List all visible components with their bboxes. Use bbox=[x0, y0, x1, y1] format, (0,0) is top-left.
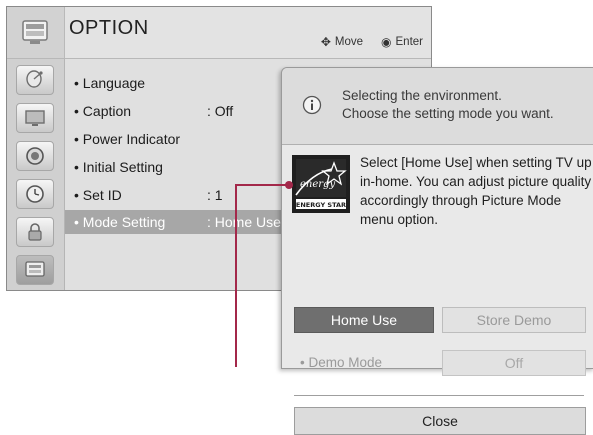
menu-item-label: • Initial Setting bbox=[74, 159, 163, 175]
enter-dot-icon: ◉ bbox=[381, 35, 392, 49]
mode-setting-popup: Selecting the environment. Choose the se… bbox=[281, 67, 593, 435]
menu-item-label: • Mode Setting bbox=[74, 214, 166, 230]
home-use-button[interactable]: Home Use bbox=[294, 307, 434, 333]
enter-hint-label: Enter bbox=[395, 36, 424, 48]
info-text: Selecting the environment. Choose the se… bbox=[342, 87, 554, 123]
sidebar-item-audio[interactable] bbox=[16, 141, 54, 171]
popup-body: energy ENERGY STAR Select [Home Use] whe… bbox=[282, 145, 593, 435]
menu-header: OPTION ✥ Move ◉ Enter bbox=[7, 7, 431, 59]
menu-item-value: : Home Use bbox=[207, 214, 281, 230]
menu-item-label: • Power Indicator bbox=[74, 131, 181, 147]
popup-info-banner: Selecting the environment. Choose the se… bbox=[282, 68, 593, 145]
sidebar-item-lock[interactable] bbox=[16, 217, 54, 247]
menu-item-label: • Language bbox=[74, 75, 146, 91]
lock-icon bbox=[28, 223, 42, 241]
navigation-hint: ✥ Move ◉ Enter bbox=[321, 35, 423, 49]
energy-star-label: ENERGY STAR bbox=[296, 201, 346, 209]
store-demo-button[interactable]: Store Demo bbox=[442, 307, 586, 333]
callout-line-horizontal bbox=[235, 184, 289, 186]
demo-mode-value-button[interactable]: Off bbox=[442, 350, 586, 376]
satellite-dish-icon bbox=[26, 70, 43, 88]
sidebar-item-channel[interactable] bbox=[16, 65, 54, 95]
option-tv-icon bbox=[22, 20, 48, 44]
mode-description: Select [Home Use] when setting TV up in-… bbox=[360, 155, 592, 227]
menu-item-label: • Set ID bbox=[74, 187, 122, 203]
info-line-1: Selecting the environment. bbox=[342, 88, 502, 103]
sidebar-item-option[interactable] bbox=[16, 255, 54, 285]
option-tv-icon bbox=[25, 261, 45, 277]
speaker-icon bbox=[26, 147, 44, 165]
picture-screen-icon bbox=[25, 110, 45, 126]
category-sidebar bbox=[7, 59, 65, 290]
info-icon bbox=[302, 95, 322, 115]
demo-mode-label: • Demo Mode bbox=[300, 355, 383, 370]
close-button[interactable]: Close bbox=[294, 407, 586, 435]
sidebar-item-time[interactable] bbox=[16, 179, 54, 209]
sidebar-item-picture[interactable] bbox=[16, 103, 54, 133]
energy-star-script: energy bbox=[300, 179, 335, 190]
menu-item-value: : 1 bbox=[207, 187, 223, 203]
page-title: OPTION bbox=[69, 17, 149, 39]
move-hint-label: Move bbox=[334, 36, 364, 48]
callout-dot bbox=[285, 181, 293, 189]
callout-line-vertical bbox=[235, 184, 237, 367]
four-way-arrow-icon: ✥ bbox=[320, 35, 331, 49]
clock-icon bbox=[26, 185, 44, 203]
header-icon-box bbox=[7, 7, 65, 58]
popup-divider bbox=[294, 395, 584, 396]
menu-item-label: • Caption bbox=[74, 103, 132, 119]
info-line-2: Choose the setting mode you want. bbox=[342, 106, 554, 121]
menu-item-value: : Off bbox=[207, 103, 234, 119]
energy-star-logo-icon: energy ENERGY STAR bbox=[292, 155, 350, 213]
